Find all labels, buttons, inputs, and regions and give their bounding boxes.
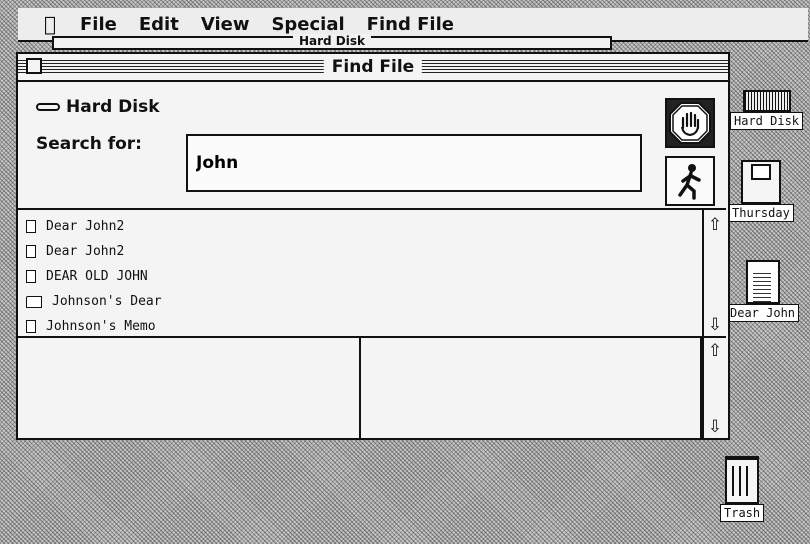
file-name: Dear John2 [46,244,125,259]
desktop-icon-label: Hard Disk [730,112,804,130]
search-label: Search for: [36,134,142,154]
list-item[interactable]: Dear John2 [18,214,702,239]
hard-disk-icon [742,90,791,112]
scroll-down-arrow-icon[interactable]: ⇩ [706,316,724,334]
list-item[interactable]: Johnson's Dear [18,289,702,314]
hard-disk-icon [36,103,60,111]
scroll-down-arrow-icon[interactable]: ⇩ [706,418,724,436]
document-icon [26,320,36,333]
desktop-icon-label: Trash [720,504,765,522]
path-scrollbar[interactable]: ⇧ ⇩ [702,338,726,438]
file-name: Dear John2 [46,219,125,234]
folder-path-pane [18,338,361,438]
window-title: Find File [323,57,423,77]
menu-special[interactable]: Special [271,14,344,35]
floppy-disk-icon [740,160,781,204]
volume-name: Hard Disk [66,97,160,117]
trash-icon [725,456,760,504]
menu-view[interactable]: View [201,14,250,35]
desktop-icon-label: Dear John [726,304,800,322]
background-window-title: Hard Disk [292,34,372,48]
find-button[interactable] [665,156,715,206]
list-item[interactable]: Dear John2 [18,239,702,264]
desktop-icon-label: Thursday [728,204,794,222]
results-list: Dear John2 Dear John2 DEAR OLD JOHN John… [18,208,702,338]
close-box[interactable] [26,58,42,74]
menu-edit[interactable]: Edit [139,14,179,35]
document-icon [26,270,36,283]
desktop-icon-hard-disk[interactable]: Hard Disk [730,90,804,130]
list-item[interactable]: DEAR OLD JOHN [18,264,702,289]
stop-button[interactable] [665,98,715,148]
list-item[interactable]: Johnson's Memo [18,314,702,339]
document-icon [26,245,36,258]
file-info-pane [361,338,702,438]
document-icon [26,220,36,233]
walking-man-icon [678,164,701,200]
file-name: DEAR OLD JOHN [46,269,148,284]
search-input[interactable] [186,134,642,192]
document-icon [745,260,780,304]
folder-icon [26,295,42,308]
stop-hand-icon [669,102,711,144]
file-name: Johnson's Memo [46,319,156,334]
find-file-window: Find File Hard Disk Search for: Dear Joh… [16,52,730,440]
desktop-icon-trash[interactable]: Trash [720,456,765,522]
desktop-icon-thursday[interactable]: Thursday [728,160,794,222]
scroll-up-arrow-icon[interactable]: ⇧ [706,216,724,234]
menu-find-file[interactable]: Find File [367,14,454,35]
file-name: Johnson's Dear [52,294,162,309]
menu-file[interactable]: File [80,14,117,35]
scroll-up-arrow-icon[interactable]: ⇧ [706,342,724,360]
results-scrollbar[interactable]: ⇧ ⇩ [702,208,726,338]
title-bar[interactable]: Find File [18,54,728,82]
apple-menu-icon[interactable]:  [44,12,56,36]
volume-selector[interactable]: Hard Disk [36,97,160,117]
background-window[interactable]: Hard Disk [52,34,612,50]
desktop-icon-dear-john[interactable]: Dear John [726,260,800,322]
